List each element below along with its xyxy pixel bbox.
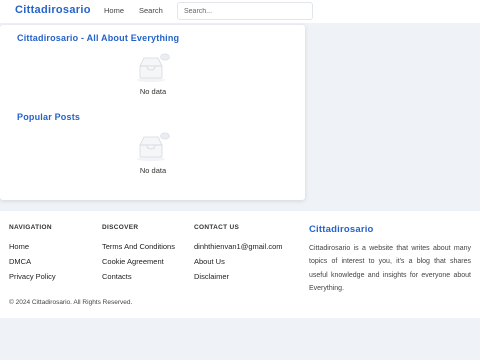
site-logo[interactable]: Cittadirosario [15, 4, 91, 16]
footer-link-email[interactable]: dinhthienvan1@gmail.com [194, 242, 283, 257]
footer-link-disclaimer[interactable]: Disclaimer [194, 272, 283, 287]
footer-link-terms[interactable]: Terms And Conditions [102, 242, 175, 257]
footer-link-home[interactable]: Home [9, 242, 56, 257]
footer-column-contact-us: CONTACT US dinhthienvan1@gmail.com About… [194, 224, 283, 287]
nav-home-link[interactable]: Home [104, 6, 124, 15]
footer-link-privacy-policy[interactable]: Privacy Policy [9, 272, 56, 287]
footer-column-discover: DISCOVER Terms And Conditions Cookie Agr… [102, 224, 175, 287]
footer-brand-description: Cittadirosario is a website that writes … [309, 245, 471, 292]
section-title-popular-posts: Popular Posts [17, 112, 81, 122]
empty-state-text: No data [139, 166, 167, 175]
nav-search-link[interactable]: Search [139, 6, 163, 15]
footer-column-navigation: NAVIGATION Home DMCA Privacy Policy [9, 224, 56, 287]
empty-state: No data [128, 52, 178, 96]
footer-link-about-us[interactable]: About Us [194, 257, 283, 272]
empty-inbox-icon [137, 132, 170, 162]
search-input[interactable] [177, 2, 313, 20]
empty-state: No data [128, 131, 178, 175]
copyright-text: © 2024 Cittadirosario. All Rights Reserv… [9, 299, 133, 306]
site-footer: NAVIGATION Home DMCA Privacy Policy DISC… [0, 211, 480, 318]
section-title-all-about: Cittadirosario - All About Everything [17, 33, 180, 43]
empty-state-text: No data [139, 87, 167, 96]
footer-heading: DISCOVER [102, 224, 139, 231]
empty-inbox-icon [137, 53, 170, 83]
footer-heading: CONTACT US [194, 224, 240, 231]
footer-brand-title[interactable]: Cittadirosario [309, 224, 471, 235]
footer-brand: Cittadirosario Cittadirosario is a websi… [309, 224, 471, 295]
footer-link-cookie-agreement[interactable]: Cookie Agreement [102, 257, 175, 272]
footer-link-contacts[interactable]: Contacts [102, 272, 175, 287]
content-card: Cittadirosario - All About Everything No… [0, 25, 305, 200]
footer-heading: NAVIGATION [9, 224, 52, 231]
footer-link-dmca[interactable]: DMCA [9, 257, 56, 272]
site-header: Cittadirosario Home Search [0, 0, 480, 23]
